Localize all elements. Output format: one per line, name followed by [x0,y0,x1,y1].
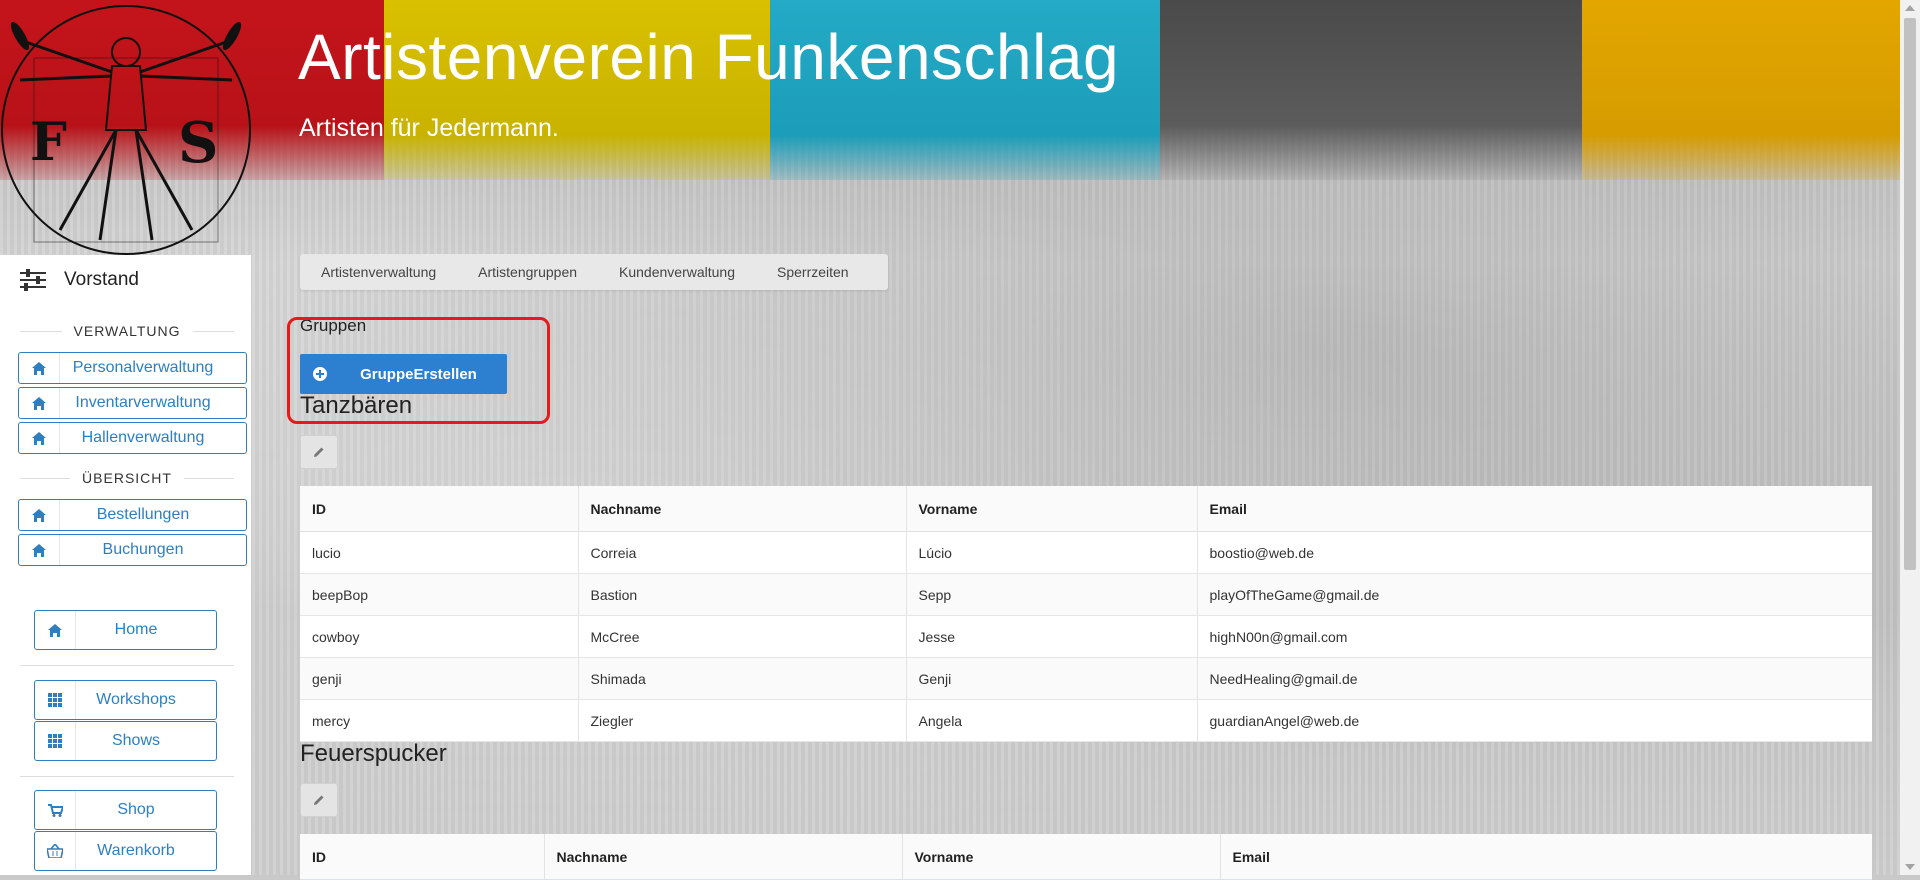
nav-label: Home [114,621,158,638]
table-row: beepBop Bastion Sepp playOfTheGame@gmail… [300,573,1872,616]
grid-icon [35,681,76,719]
scroll-down-icon[interactable] [1905,864,1915,870]
cell-vorname: Sepp [906,573,1198,616]
sidebar-item-buchungen[interactable]: Buchungen [18,534,247,566]
column-header: Nachname [578,486,907,532]
tab-artistengruppen[interactable]: Artistengruppen [457,254,598,290]
scroll-thumb[interactable] [1904,18,1916,570]
header-stripe-gray [1160,0,1582,180]
nav-shows-button[interactable]: Shows [34,721,217,761]
sidebar-item-bestellungen[interactable]: Bestellungen [18,499,247,531]
nav-label: Shows [111,732,161,749]
scroll-up-icon[interactable] [1905,5,1915,11]
section-divider-uebersicht: ÜBERSICHT [20,470,234,486]
column-header: Nachname [544,834,903,880]
cart-icon [35,791,76,829]
site-subtitle: Artisten für Jedermann. [299,114,559,142]
table-header-row: ID Nachname Vorname Email [300,486,1872,532]
sidebar-title: Vorstand [64,269,139,290]
svg-text:F: F [30,112,67,173]
sidebar-item-inventarverwaltung[interactable]: Inventarverwaltung [18,387,247,419]
sidebar-item-label: Personalverwaltung [72,359,214,376]
table-header-row: ID Nachname Vorname Email [300,834,1872,880]
group-members-table: ID Nachname Vorname Email [300,834,1872,880]
cell-vorname: Angela [906,699,1198,742]
group-title: Tanzbären [300,392,413,419]
tab-sperrzeiten[interactable]: Sperrzeiten [756,254,870,290]
column-header: Vorname [902,834,1221,880]
sidebar-item-label: Buchungen [102,541,184,558]
vitruvian-man-logo[interactable]: F S [0,0,256,256]
pencil-icon [314,795,324,805]
cell-id: genji [300,657,579,700]
sidebar-item-label: Hallenverwaltung [81,429,205,446]
cell-nachname: Shimada [578,657,907,700]
sidebar-separator [20,776,234,777]
nav-label: Workshops [96,691,176,708]
sidebar-item-label: Inventarverwaltung [75,394,211,411]
nav-label: Shop [117,801,155,818]
header-stripe-orange [1582,0,1900,180]
basket-icon [35,832,76,870]
sidebar-item-hallenverwaltung[interactable]: Hallenverwaltung [18,422,247,454]
column-header: ID [300,486,579,532]
table-row: genji Shimada Genji NeedHealing@gmail.de [300,657,1872,700]
site-title: Artistenverein Funkenschlag [298,21,1120,93]
svg-text:S: S [178,110,218,176]
grid-icon [35,722,76,760]
nav-home-button[interactable]: Home [34,610,217,650]
cell-id: mercy [300,699,579,742]
sidebar-item-label: Bestellungen [96,506,190,523]
nav-warenkorb-button[interactable]: Warenkorb [34,831,217,871]
nav-workshops-button[interactable]: Workshops [34,680,217,720]
sliders-icon [20,269,46,291]
cell-nachname: Correia [578,531,907,574]
cell-vorname: Genji [906,657,1198,700]
cell-email: NeedHealing@gmail.de [1197,657,1872,700]
home-icon [19,353,60,383]
cell-email: highN00n@gmail.com [1197,615,1872,658]
column-header: ID [300,834,545,880]
tab-artistenverwaltung[interactable]: Artistenverwaltung [300,254,457,290]
nav-label: Warenkorb [97,842,175,859]
column-header: Email [1220,834,1872,880]
section-label-verwaltung: VERWALTUNG [73,323,181,339]
home-icon [19,535,60,565]
table-row: lucio Correia Lúcio boostio@web.de [300,531,1872,574]
home-icon [19,388,60,418]
cell-id: cowboy [300,615,579,658]
table-row: mercy Ziegler Angela guardianAngel@web.d… [300,699,1872,742]
table-row: cowboy McCree Jesse highN00n@gmail.com [300,615,1872,658]
sidebar-header: Vorstand [20,269,139,291]
column-header: Email [1197,486,1872,532]
section-divider-verwaltung: VERWALTUNG [20,323,235,339]
cell-vorname: Jesse [906,615,1198,658]
cell-id: lucio [300,531,579,574]
cell-nachname: McCree [578,615,907,658]
nav-shop-button[interactable]: Shop [34,790,217,830]
column-header: Vorname [906,486,1198,532]
home-icon [35,611,76,649]
section-label-uebersicht: ÜBERSICHT [82,470,172,486]
sidebar-separator [20,665,234,666]
cell-vorname: Lúcio [906,531,1198,574]
sidebar: Vorstand VERWALTUNG Personalverwaltung I… [0,255,251,875]
cell-email: playOfTheGame@gmail.de [1197,573,1872,616]
home-icon [19,423,60,453]
cell-id: beepBop [300,573,579,616]
sidebar-item-personalverwaltung[interactable]: Personalverwaltung [18,352,247,384]
edit-group-button[interactable] [300,435,338,469]
edit-group-button[interactable] [300,783,338,817]
cell-email: guardianAngel@web.de [1197,699,1872,742]
page-scrollbar[interactable] [1900,0,1920,875]
cell-email: boostio@web.de [1197,531,1872,574]
pencil-icon [314,447,324,457]
home-icon [19,500,60,530]
group-members-table: ID Nachname Vorname Email lucio Correia … [300,486,1872,742]
tab-bar: Artistenverwaltung Artistengruppen Kunde… [300,254,888,290]
group-title: Feuerspucker [300,740,447,767]
cell-nachname: Bastion [578,573,907,616]
cell-nachname: Ziegler [578,699,907,742]
tab-kundenverwaltung[interactable]: Kundenverwaltung [598,254,756,290]
